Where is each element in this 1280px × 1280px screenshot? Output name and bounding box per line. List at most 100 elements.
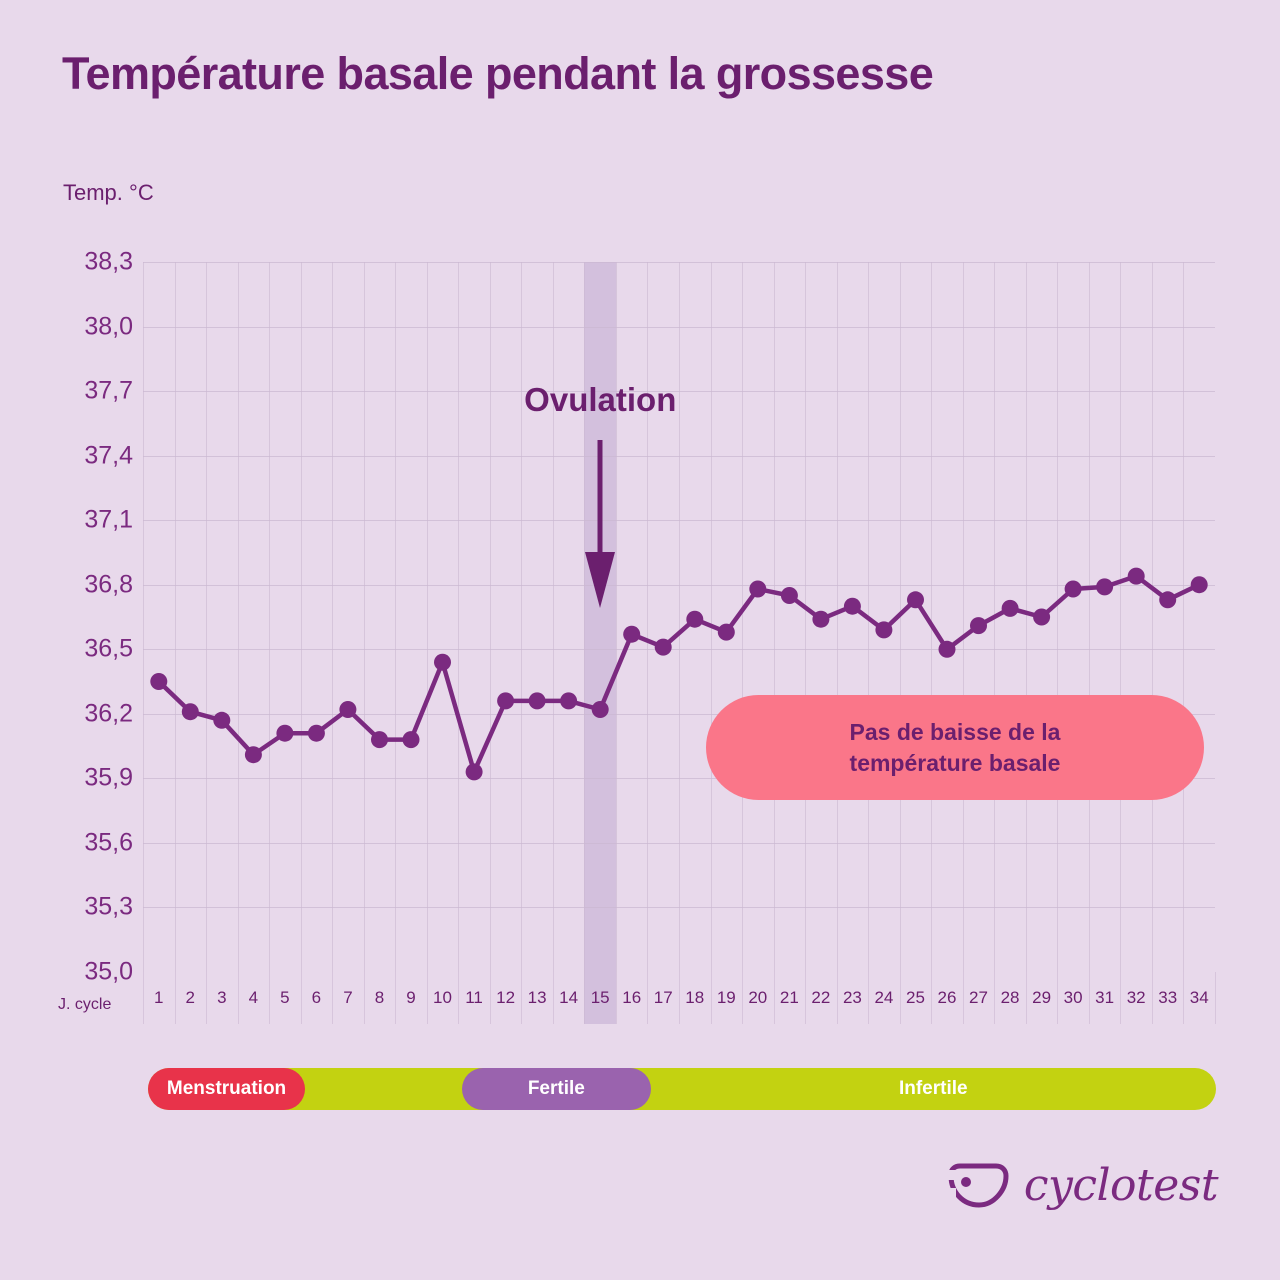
x-axis-tick: 32 xyxy=(1126,988,1146,1007)
data-point-marker[interactable] xyxy=(907,591,924,609)
phase-legend-label: Menstruation xyxy=(166,1078,287,1099)
cyclotest-logo-icon xyxy=(945,1163,1009,1208)
data-point-marker[interactable] xyxy=(213,711,231,729)
page-title: Température basale pendant la grossesse xyxy=(62,48,934,99)
data-point-marker[interactable] xyxy=(1159,591,1177,609)
y-axis-tick: 36,8 xyxy=(84,570,133,599)
x-axis-tick: 12 xyxy=(496,988,516,1007)
x-axis-tick: 20 xyxy=(748,988,768,1007)
data-point-marker[interactable] xyxy=(1096,578,1114,596)
x-axis-tick: 18 xyxy=(685,988,705,1007)
x-axis-tick: 30 xyxy=(1063,988,1083,1007)
x-axis-tick: 7 xyxy=(343,988,353,1007)
phase-legend-label: Infertile xyxy=(898,1078,968,1099)
x-axis-tick: 9 xyxy=(406,988,416,1007)
callout-line-2: température basale xyxy=(849,749,1061,776)
data-point-marker[interactable] xyxy=(1190,576,1208,594)
x-axis-tick: 3 xyxy=(217,988,227,1007)
y-axis-tick: 37,1 xyxy=(84,505,133,534)
x-axis-tick: 23 xyxy=(842,988,862,1007)
ovulation-annotation-label: Ovulation xyxy=(524,381,677,418)
temperature-line-series xyxy=(150,567,1208,781)
data-point-marker[interactable] xyxy=(749,580,767,598)
y-axis-tick: 35,9 xyxy=(84,763,133,792)
brand-logo: cyclotest xyxy=(945,1160,1219,1211)
x-axis-tick: 8 xyxy=(374,988,385,1007)
data-point-marker[interactable] xyxy=(1001,599,1019,617)
data-point-marker[interactable] xyxy=(465,763,483,781)
y-axis-tick: 38,0 xyxy=(84,312,133,341)
y-axis-tick-labels: 38,3 38,0 37,7 37,4 37,1 36,8 36,5 36,2 35,9 35,6… xyxy=(0,248,133,986)
x-axis-label: J. cycle xyxy=(58,996,112,1013)
ovulation-arrow-icon xyxy=(585,440,616,608)
x-axis-tick: 29 xyxy=(1032,988,1052,1007)
data-point-marker[interactable] xyxy=(402,731,420,749)
x-axis-tick: 34 xyxy=(1189,988,1209,1007)
callout-no-temperature-drop: Pas de baisse de la température basale xyxy=(706,695,1204,800)
data-point-marker[interactable] xyxy=(780,587,798,604)
y-axis-tick: 35,6 xyxy=(84,828,133,857)
brand-name: cyclotest xyxy=(1023,1160,1219,1211)
cycle-phase-legend: Menstruation Fertile Infertile xyxy=(148,1068,1216,1110)
data-point-marker[interactable] xyxy=(938,640,956,658)
data-point-marker[interactable] xyxy=(371,731,388,749)
phase-legend-label: Fertile xyxy=(527,1078,585,1099)
data-point-marker[interactable] xyxy=(843,597,861,615)
x-axis-tick: 2 xyxy=(185,988,195,1007)
data-point-marker[interactable] xyxy=(970,617,987,635)
y-axis-tick: 35,0 xyxy=(84,957,133,986)
x-axis-tick-labels: 1 2 3 4 5 6 7 8 9 10 11 12 13 14 15 16 17 18 19 20 21 22 23 24 2… xyxy=(143,972,1216,1024)
x-axis-tick: 4 xyxy=(248,988,259,1007)
x-axis-tick: 5 xyxy=(280,988,290,1007)
data-point-marker[interactable] xyxy=(497,692,515,710)
x-axis-tick: 16 xyxy=(622,988,642,1007)
x-axis-tick: 22 xyxy=(811,988,831,1007)
x-axis-tick: 26 xyxy=(937,988,957,1007)
data-point-marker[interactable] xyxy=(150,673,168,690)
x-axis-tick: 27 xyxy=(969,988,988,1007)
x-axis-tick: 28 xyxy=(1000,988,1020,1007)
x-axis-tick: 19 xyxy=(716,988,736,1007)
phase-legend-infertile: Infertile xyxy=(651,1068,1216,1110)
data-point-marker[interactable] xyxy=(181,703,199,721)
data-point-marker[interactable] xyxy=(623,625,641,643)
data-point-marker[interactable] xyxy=(654,638,672,656)
data-point-marker[interactable] xyxy=(1064,580,1082,598)
y-axis-tick: 35,3 xyxy=(84,892,133,921)
y-axis-tick: 36,2 xyxy=(84,699,133,728)
y-axis-tick: 36,5 xyxy=(84,634,133,663)
x-axis-tick: 33 xyxy=(1158,988,1178,1007)
data-point-marker[interactable] xyxy=(591,701,609,718)
x-axis-tick: 10 xyxy=(433,988,452,1007)
data-point-marker[interactable] xyxy=(528,692,546,710)
phase-legend-menstruation: Menstruation xyxy=(148,1068,306,1110)
x-axis-tick: 11 xyxy=(465,988,483,1007)
x-axis-tick: 13 xyxy=(527,988,547,1007)
x-axis-tick: 21 xyxy=(779,988,799,1007)
x-axis-tick: 14 xyxy=(559,988,579,1007)
data-point-marker[interactable] xyxy=(1033,608,1051,626)
data-point-marker[interactable] xyxy=(812,610,830,628)
data-point-marker[interactable] xyxy=(339,701,357,718)
y-axis-label: Temp. °C xyxy=(63,180,154,205)
data-point-marker[interactable] xyxy=(307,724,325,742)
x-axis-tick: 15 xyxy=(590,988,610,1007)
data-point-marker[interactable] xyxy=(560,692,578,710)
chart-plot-area xyxy=(143,262,1215,972)
x-axis-tick: 1 xyxy=(154,988,164,1007)
callout-line-1: Pas de baisse de la xyxy=(849,719,1061,746)
x-axis-tick: 25 xyxy=(906,988,925,1007)
data-point-marker[interactable] xyxy=(717,623,735,641)
x-axis-separator xyxy=(1215,972,1216,1024)
data-point-marker[interactable] xyxy=(276,724,294,742)
y-axis-tick: 38,3 xyxy=(84,247,133,276)
data-point-marker[interactable] xyxy=(244,746,262,764)
data-point-marker[interactable] xyxy=(1127,567,1145,585)
data-point-marker[interactable] xyxy=(686,610,704,628)
y-axis-tick: 37,4 xyxy=(84,441,133,470)
x-axis-tick: 24 xyxy=(874,988,894,1007)
x-axis-tick: 6 xyxy=(311,988,322,1007)
data-point-marker[interactable] xyxy=(875,621,893,639)
phase-legend-fertile: Fertile xyxy=(462,1068,651,1110)
data-point-marker[interactable] xyxy=(434,653,451,671)
